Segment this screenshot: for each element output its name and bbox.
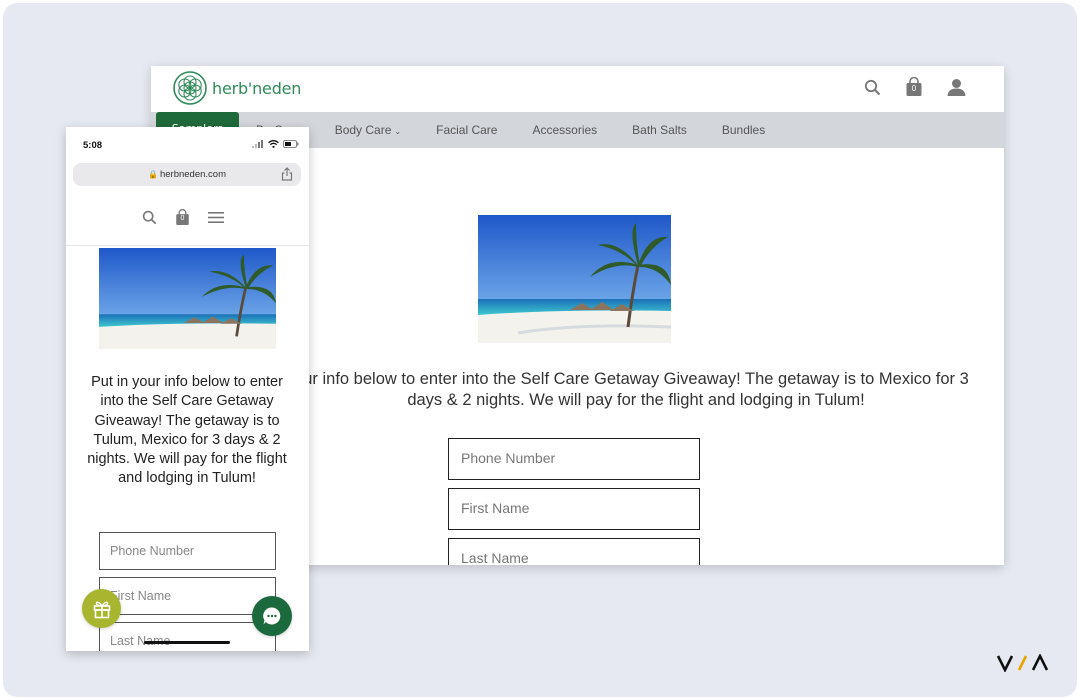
nav-item-body-care[interactable]: Body Care ⌄ <box>335 123 401 137</box>
status-icons <box>252 140 299 148</box>
wifi-icon <box>268 140 279 148</box>
nav-item-label: Bundles <box>721 123 766 137</box>
first-name-field[interactable]: First Name <box>448 488 700 530</box>
nav-item-bundles[interactable]: Bundles <box>722 123 765 137</box>
last-name-field[interactable]: Last Name <box>99 622 276 651</box>
gift-button[interactable] <box>82 589 121 628</box>
search-icon[interactable] <box>862 76 882 98</box>
header-icons: 0 <box>862 76 966 98</box>
phone-number-field[interactable]: Phone Number <box>99 532 276 570</box>
chat-button[interactable] <box>252 596 292 636</box>
search-icon[interactable] <box>142 210 157 225</box>
phone-number-field[interactable]: Phone Number <box>448 438 700 480</box>
via-brand-logo <box>997 654 1049 672</box>
logo-wordmark: herb'neden <box>212 78 302 98</box>
giveaway-intro-text: Put in your info below to enter into the… <box>87 374 287 487</box>
nav-items: BarSoap Body Care⌄ Facial Care Accessori… <box>256 112 800 148</box>
signal-icon <box>252 140 263 148</box>
user-icon[interactable] <box>946 76 966 98</box>
nav-item-label: Facial Care <box>436 123 498 137</box>
status-time: 5:08 <box>83 140 103 151</box>
chevron-down-icon: ⌄ <box>394 127 402 136</box>
status-bar: 5:08 <box>66 127 309 161</box>
nav-item-bath-salts[interactable]: Bath Salts <box>632 123 687 137</box>
gift-icon <box>93 601 110 618</box>
url-text: herbneden.com <box>159 169 226 180</box>
presentation-background: herb'neden 0 Samplers BarSoap Body Care⌄ <box>3 3 1077 697</box>
nav-item-facial-care[interactable]: Facial Care <box>436 123 497 137</box>
lock-icon: 🔒 <box>148 170 158 179</box>
header-divider <box>66 245 309 246</box>
first-name-field[interactable]: First Name <box>99 577 276 615</box>
share-icon[interactable] <box>281 167 293 181</box>
site-header: herb'neden 0 <box>151 66 1004 112</box>
beach-hero-image <box>99 248 276 349</box>
battery-icon <box>283 140 299 148</box>
nav-item-label: Body Care <box>334 123 392 137</box>
giveaway-intro-text: ur info below to enter into the Self Car… <box>303 370 969 409</box>
browser-url-bar[interactable]: 🔒 herbneden.com <box>73 163 301 186</box>
bag-count: 0 <box>180 215 185 222</box>
home-indicator <box>144 641 230 644</box>
menu-icon[interactable] <box>208 211 224 224</box>
nav-item-accessories[interactable]: Accessories <box>532 123 597 137</box>
beach-hero-image <box>478 215 671 343</box>
site-logo[interactable]: herb'neden <box>172 70 301 106</box>
bag-icon[interactable]: 0 <box>175 209 190 226</box>
mobile-header-icons: 0 <box>142 209 224 226</box>
bag-icon[interactable]: 0 <box>904 76 924 98</box>
nav-item-label: Accessories <box>532 123 598 137</box>
bag-count: 0 <box>911 84 917 93</box>
last-name-field[interactable]: Last Name <box>448 538 700 565</box>
nav-item-label: Bath Salts <box>632 123 687 137</box>
mobile-phone-screen: 5:08 🔒 herbneden.com 0 Put in your info … <box>66 127 309 651</box>
flower-of-life-logo-icon <box>173 71 207 105</box>
chat-icon <box>263 607 281 625</box>
